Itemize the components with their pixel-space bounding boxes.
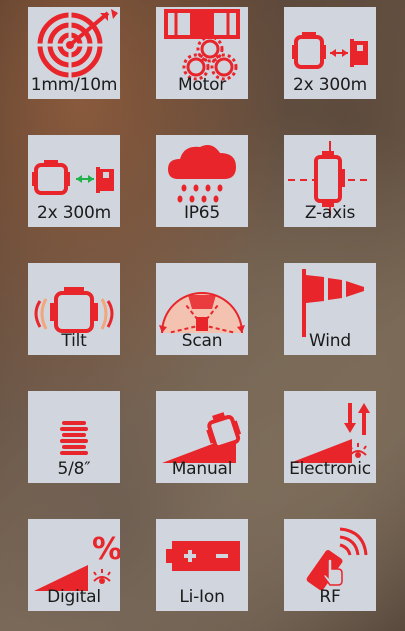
feature-label: IP65 xyxy=(183,203,221,223)
feature-label: 5/8″ xyxy=(57,459,91,479)
feature-label: Manual xyxy=(171,459,233,479)
feature-tile-electronic-slope: Electronic xyxy=(284,391,376,483)
feature-tile-z-axis: Z-axis xyxy=(284,135,376,227)
feature-tile-range-green: 2x 300m xyxy=(28,135,120,227)
feature-tile-accuracy: 1mm/10m xyxy=(28,7,120,99)
feature-label: Electronic xyxy=(289,459,371,479)
svg-text:%: % xyxy=(92,532,120,567)
feature-label: RF xyxy=(319,587,341,607)
feature-tile-scan: Scan xyxy=(156,263,248,355)
feature-label: Z-axis xyxy=(304,203,356,223)
feature-label: Wind xyxy=(309,331,351,351)
feature-tile-manual-slope: Manual xyxy=(156,391,248,483)
feature-tile-tilt: Tilt xyxy=(28,263,120,355)
feature-label: Li-Ion xyxy=(179,587,225,607)
feature-tile-rf-remote: RF xyxy=(284,519,376,611)
feature-tile-thread: 5/8″ xyxy=(28,391,120,483)
feature-tile-wind: Wind xyxy=(284,263,376,355)
feature-tile-motor: Motor xyxy=(156,7,248,99)
feature-label: Digital xyxy=(47,587,101,607)
feature-label: Motor xyxy=(177,75,227,95)
feature-tile-range: 2x 300m xyxy=(284,7,376,99)
feature-label: 2x 300m xyxy=(293,75,367,95)
feature-label: 1mm/10m xyxy=(30,75,118,95)
feature-label: Tilt xyxy=(61,331,87,351)
feature-tile-digital-slope: % Digital xyxy=(28,519,120,611)
feature-tile-battery: Li-Ion xyxy=(156,519,248,611)
feature-label: Scan xyxy=(181,331,223,351)
feature-tile-ip65: IP65 xyxy=(156,135,248,227)
feature-label: 2x 300m xyxy=(37,203,111,223)
